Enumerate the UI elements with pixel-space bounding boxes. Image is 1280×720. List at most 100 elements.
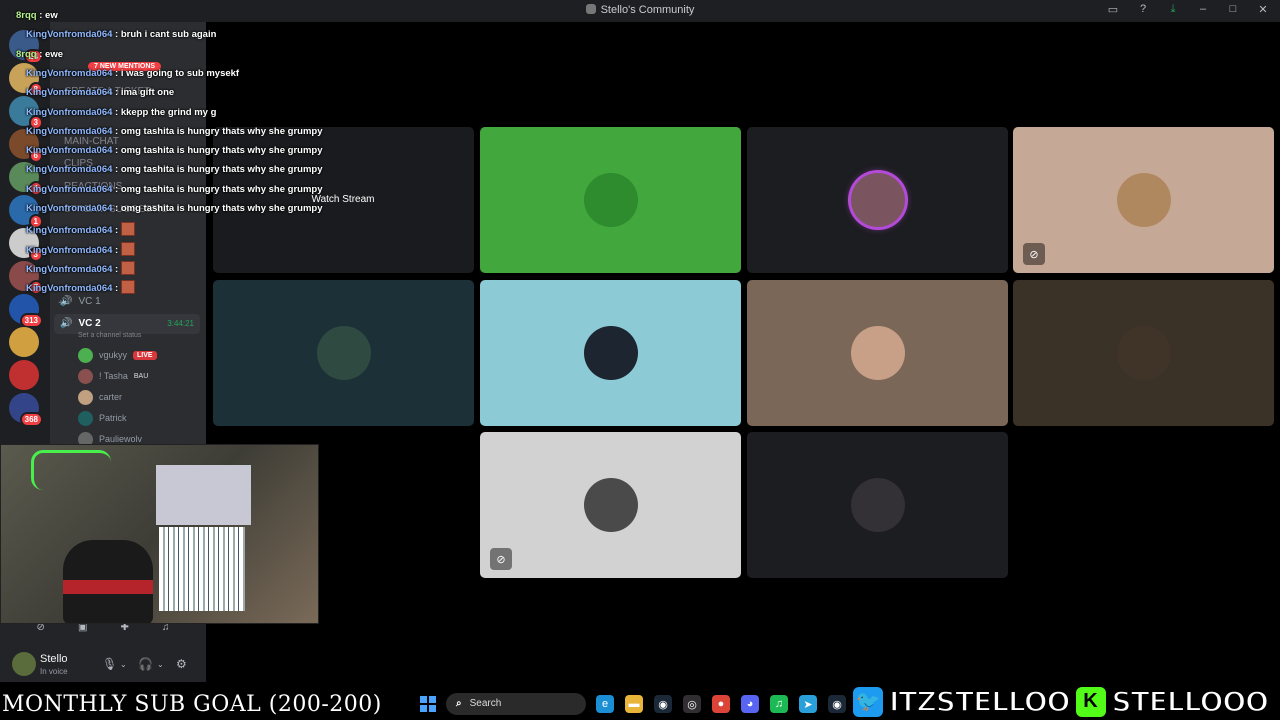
emote-icon <box>120 241 135 256</box>
kick-handle: STELLOOO <box>1111 684 1270 719</box>
headphones-icon[interactable]: 🎧 <box>138 657 153 671</box>
participant-tile[interactable] <box>747 280 1008 426</box>
member-name: carter <box>99 392 123 402</box>
participant-tile[interactable] <box>480 280 741 426</box>
voice-member[interactable]: Patrick <box>78 409 127 427</box>
chat-overlay: 7 NEW MENTIONS 8rqq : ew KingVonfromda064… <box>0 0 400 300</box>
voice-member[interactable]: carter <box>78 388 122 406</box>
participant-tile[interactable] <box>213 280 474 426</box>
chat-username: KingVonfromda064 <box>26 106 113 118</box>
chat-separator: : <box>112 67 121 79</box>
participant-tile[interactable]: ⊘ <box>480 432 741 578</box>
participant-tile[interactable] <box>1013 280 1274 426</box>
chevron-down-icon[interactable]: ⌄ <box>120 660 127 669</box>
chat-username: KingVonfromda064 <box>26 244 113 256</box>
chat-text: omg tashita is hungry thats why she grum… <box>120 183 323 195</box>
member-name: ! Tasha <box>99 371 128 381</box>
server-icon[interactable]: 368 <box>9 393 43 427</box>
obs-icon[interactable]: ◎ <box>683 695 701 713</box>
chat-separator: : <box>36 10 46 21</box>
chrome-icon[interactable]: ● <box>712 695 730 713</box>
video-off-icon: ⊘ <box>1023 243 1045 265</box>
avatar <box>850 326 905 380</box>
avatar <box>583 478 638 532</box>
chat-separator: : <box>112 106 121 118</box>
chat-message: KingVonfromda064 : kkepp the grind my g <box>26 107 216 118</box>
video-off-icon: ⊘ <box>490 548 512 570</box>
chat-message: KingVonfromda064 : bruh i cant sub again <box>26 29 216 40</box>
chat-message: KingVonfromda064 : omg tashita is hungry… <box>26 184 323 195</box>
chat-message: KingVonfromda064 : omg tashita is hungry… <box>26 126 323 137</box>
voice-member[interactable]: vgukyy LIVE <box>78 346 157 364</box>
chat-username: KingVonfromda064 <box>26 283 113 295</box>
discord-icon[interactable]: ◕ <box>741 695 759 713</box>
participant-tile[interactable] <box>747 432 1008 578</box>
chat-text: i was going to sub mysekf <box>120 67 240 79</box>
chat-username: KingVonfromda064 <box>26 145 113 157</box>
voice-channel-vc2[interactable]: 🔊 VC 2 3:44:21 <box>54 314 200 334</box>
screen-icon[interactable]: ▭ <box>1106 3 1120 16</box>
live-badge: LIVE <box>133 350 157 360</box>
edge-icon[interactable]: e <box>596 695 614 713</box>
kick-icon: K <box>1075 686 1106 717</box>
steam-icon[interactable]: ◉ <box>654 695 672 713</box>
emote-icon <box>120 280 135 295</box>
voice-member[interactable]: ! Tasha BAU <box>78 367 148 385</box>
settings-icon[interactable]: ⚙ <box>176 657 187 671</box>
chat-message: KingVonfromda064 : <box>26 222 135 237</box>
chat-username: KingVonfromda064 <box>26 225 113 237</box>
server-icon[interactable] <box>9 327 39 357</box>
server-icon <box>585 4 596 14</box>
avatar <box>1116 173 1171 227</box>
avatar <box>316 326 371 380</box>
chat-separator: : <box>112 183 121 195</box>
folder-icon[interactable]: ▬ <box>625 695 643 713</box>
minimize-icon[interactable]: – <box>1196 3 1210 16</box>
chat-username: 8rqq <box>16 10 37 21</box>
chat-separator: : <box>112 164 121 176</box>
mention-badge: 313 <box>19 313 43 328</box>
chat-message: KingVonfromda064 : <box>26 241 135 256</box>
chevron-down-icon[interactable]: ⌄ <box>157 660 164 669</box>
avatar <box>78 368 93 384</box>
neon-sign <box>31 450 111 490</box>
server-icon[interactable] <box>9 360 39 390</box>
member-name: Pauliewolv <box>99 434 143 444</box>
chat-message: KingVonfromda064 : omg tashita is hungry… <box>26 145 323 156</box>
avatar <box>1116 326 1171 380</box>
participant-tile[interactable] <box>480 127 741 273</box>
telegram-icon[interactable]: ➤ <box>799 695 817 713</box>
webcam-feed <box>0 444 319 624</box>
sub-goal-text: MONTHLY SUB GOAL (200-200) <box>2 692 382 717</box>
chat-username: KingVonfromda064 <box>26 183 113 195</box>
close-icon[interactable]: ✕ <box>1256 3 1270 16</box>
chat-message: 8rqq : ew <box>16 10 58 21</box>
participant-tile[interactable] <box>747 127 1008 273</box>
chat-username: KingVonfromda064 <box>26 67 113 79</box>
chat-separator: : <box>112 225 121 237</box>
mic-icon[interactable]: 🎙 <box>102 657 117 671</box>
chat-text: omg tashita is hungry thats why she grum… <box>120 164 323 176</box>
avatar[interactable] <box>12 652 36 676</box>
user-panel: ⊘ ▣ ✚ ♫ Stello In voice 🎙 ⌄ 🎧 ⌄ ⚙ <box>0 622 206 682</box>
windows-start-icon[interactable] <box>420 696 436 712</box>
spotify-icon[interactable]: ♫ <box>770 695 788 713</box>
chat-username: KingVonfromda064 <box>26 203 113 214</box>
chat-text: kkepp the grind my g <box>120 106 217 118</box>
emote-icon <box>120 260 135 275</box>
chat-separator: : <box>112 283 121 295</box>
chat-username: KingVonfromda064 <box>26 263 113 275</box>
taskbar-search[interactable]: ⌕ Search <box>446 693 586 715</box>
voice-timer: 3:44:21 <box>167 319 194 328</box>
help-icon[interactable]: ? <box>1136 3 1150 16</box>
channel-status-input[interactable]: Set a channel status <box>78 332 141 339</box>
chat-separator: : <box>112 263 121 275</box>
maximize-icon[interactable]: □ <box>1226 3 1240 16</box>
steam-icon[interactable]: ◉ <box>828 695 846 713</box>
chat-separator: : <box>112 29 121 41</box>
chat-message: KingVonfromda064 : <box>26 260 135 275</box>
participant-tile[interactable]: ⊘ <box>1013 127 1274 273</box>
chat-username: 8rqq <box>16 48 37 60</box>
chat-separator: : <box>36 48 46 60</box>
download-icon[interactable]: ⤓ <box>1166 3 1180 16</box>
